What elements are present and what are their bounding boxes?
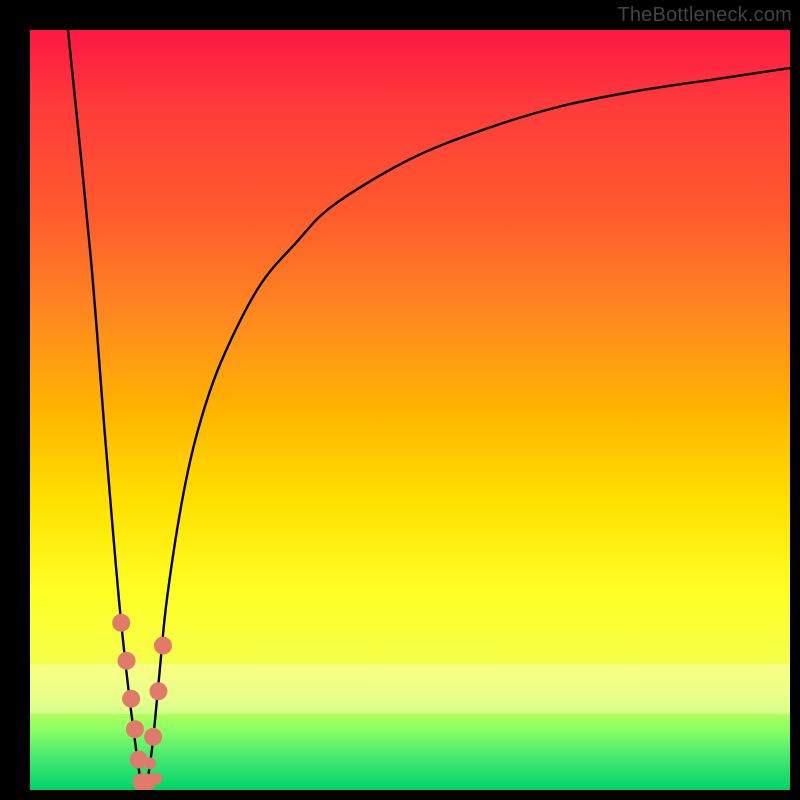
curve-marker <box>126 720 144 738</box>
plot-area <box>30 30 790 790</box>
curve-marker <box>118 652 136 670</box>
curve-marker <box>144 728 162 746</box>
curve-marker-small <box>144 757 156 769</box>
chart-frame: TheBottleneck.com <box>0 0 800 800</box>
curve-marker <box>112 614 130 632</box>
watermark-text: TheBottleneck.com <box>617 4 792 27</box>
bottleneck-curve <box>68 30 790 790</box>
curve-markers <box>112 614 172 790</box>
curve-marker <box>154 637 172 655</box>
curve-marker-small <box>150 773 162 785</box>
curve-marker <box>122 690 140 708</box>
curve-marker <box>149 682 167 700</box>
bottleneck-curve-svg <box>30 30 790 790</box>
